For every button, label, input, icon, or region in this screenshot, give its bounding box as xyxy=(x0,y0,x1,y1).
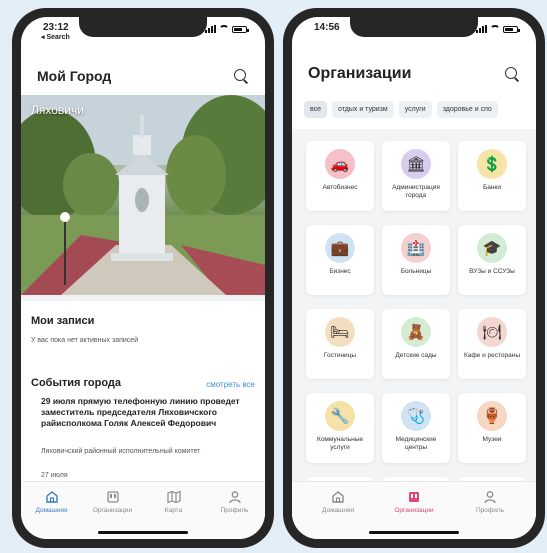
home-indicator xyxy=(369,531,459,534)
chip-services[interactable]: услуги xyxy=(398,101,432,118)
org-card-label: Музеи xyxy=(482,436,502,443)
briefcase-icon: 💼 xyxy=(325,233,355,263)
tab-home-label: Домашняя xyxy=(35,507,68,514)
org-card[interactable]: 💼 Бизнес xyxy=(306,225,374,295)
tab-home[interactable]: Домашняя xyxy=(308,490,368,539)
restaurant-icon: 🍽 xyxy=(477,317,507,347)
org-card[interactable]: 🚗 Автобизнес xyxy=(306,141,374,211)
org-card-label: Больницы xyxy=(400,268,432,275)
org-card-label: Коммунальные услуги xyxy=(317,436,363,451)
tab-organizations-label: Организации xyxy=(92,507,133,514)
organizations-screen: 14:56 Организации все отдых и туризм усл… xyxy=(292,17,536,539)
org-card[interactable]: 🛏 Гостиницы xyxy=(306,309,374,379)
search-icon[interactable] xyxy=(504,66,520,82)
event-organization: Ляховичский районный исполнительный коми… xyxy=(41,448,201,455)
page-title: Мой Город xyxy=(37,68,112,84)
home-indicator xyxy=(98,531,188,534)
category-filter: все отдых и туризм услуги здоровье и спо xyxy=(304,101,536,118)
records-empty-text: У вас пока нет активных записей xyxy=(31,337,139,344)
notch xyxy=(350,17,478,37)
tab-home[interactable]: Домашняя xyxy=(22,490,82,539)
event-headline[interactable]: 29 июля прямую телефонную линию проведет… xyxy=(41,396,251,429)
profile-icon xyxy=(484,491,496,504)
org-card[interactable]: 🎓 ВУЗы и ССУЗы xyxy=(458,225,526,295)
organizations-grid: 🚗 Автобизнес 🏛 Администрация города 💲 Банки 💼 Б… xyxy=(306,141,536,539)
org-card[interactable]: 🏺 Музеи xyxy=(458,393,526,463)
museum-icon: 🏺 xyxy=(477,401,507,431)
tab-profile-label: Профиль xyxy=(220,507,249,514)
org-card-label: Детские сады xyxy=(395,352,437,359)
tab-profile-label: Профиль xyxy=(475,507,505,514)
profile-icon xyxy=(228,491,241,504)
city-name: Ляховичи xyxy=(31,103,84,117)
app-header: Мой Город xyxy=(21,61,265,91)
home-screen: 23:12 ◂ Search Мой Город Ляховичи Мои за… xyxy=(21,17,265,539)
monument-illustration xyxy=(21,95,265,295)
org-card[interactable]: 💲 Банки xyxy=(458,141,526,211)
battery-icon xyxy=(503,25,520,33)
car-icon: 🚗 xyxy=(325,149,355,179)
wifi-icon xyxy=(490,25,500,33)
org-card[interactable]: 🍽 Кафе и рестораны xyxy=(458,309,526,379)
phone-home: 23:12 ◂ Search Мой Город Ляховичи Мои за… xyxy=(12,8,274,548)
chip-health[interactable]: здоровье и спо xyxy=(436,101,498,118)
org-card[interactable]: 🧸 Детские сады xyxy=(382,309,450,379)
event-date: 27 июля xyxy=(41,472,68,479)
org-card[interactable]: 🔧 Коммунальные услуги xyxy=(306,393,374,463)
tab-map-label: Карта xyxy=(164,507,183,514)
org-card-label: Администрация города xyxy=(392,184,440,199)
home-icon xyxy=(332,491,344,503)
tab-home-label: Домашняя xyxy=(321,507,355,514)
page-title: Организации xyxy=(308,65,412,82)
back-to-search[interactable]: ◂ Search xyxy=(41,33,70,43)
org-card[interactable]: 🩺 Медицинские центры xyxy=(382,393,450,463)
status-time: 14:56 xyxy=(314,22,340,33)
doctor-icon: 🩺 xyxy=(401,401,431,431)
chip-all[interactable]: все xyxy=(304,101,328,118)
notch xyxy=(79,17,207,37)
org-card-label: Автобизнес xyxy=(322,184,358,191)
tab-organizations-label: Организации xyxy=(394,507,434,514)
org-card-label: ВУЗы и ССУЗы xyxy=(469,268,515,275)
city-photo[interactable]: Ляховичи xyxy=(21,95,265,295)
wifi-icon xyxy=(219,25,229,33)
building-icon: 🏛 xyxy=(401,149,431,179)
signal-icon xyxy=(205,25,216,33)
app-header: Организации xyxy=(292,59,536,89)
school-icon: 🎓 xyxy=(477,233,507,263)
chip-tourism[interactable]: отдых и туризм xyxy=(332,101,394,118)
tab-profile[interactable]: Профиль xyxy=(460,490,520,539)
organizations-icon xyxy=(409,492,419,502)
utilities-icon: 🔧 xyxy=(325,401,355,431)
kindergarten-icon: 🧸 xyxy=(401,317,431,347)
org-card-label: Гостиницы xyxy=(323,352,357,359)
section-divider xyxy=(21,295,265,301)
records-title: Мои записи xyxy=(31,315,95,327)
events-title: События города xyxy=(31,377,122,389)
tab-profile[interactable]: Профиль xyxy=(205,490,265,539)
org-card-label: Медицинские центры xyxy=(395,436,437,451)
org-card-label: Кафе и рестораны xyxy=(463,352,521,359)
battery-icon xyxy=(232,25,249,33)
org-card-label: Бизнес xyxy=(329,268,351,275)
org-card[interactable]: 🏥 Больницы xyxy=(382,225,450,295)
see-all-link[interactable]: смотреть все xyxy=(206,380,255,389)
hotel-icon: 🛏 xyxy=(325,317,355,347)
search-icon[interactable] xyxy=(233,68,249,84)
signal-icon xyxy=(476,25,487,33)
status-time: 23:12 xyxy=(43,22,69,33)
map-icon xyxy=(166,490,181,504)
org-card-label: Банки xyxy=(483,184,501,191)
home-icon xyxy=(45,491,58,503)
bank-icon: 💲 xyxy=(477,149,507,179)
hospital-icon: 🏥 xyxy=(401,233,431,263)
phone-organizations: 14:56 Организации все отдых и туризм усл… xyxy=(283,8,545,548)
organizations-icon xyxy=(106,491,119,503)
org-card[interactable]: 🏛 Администрация города xyxy=(382,141,450,211)
